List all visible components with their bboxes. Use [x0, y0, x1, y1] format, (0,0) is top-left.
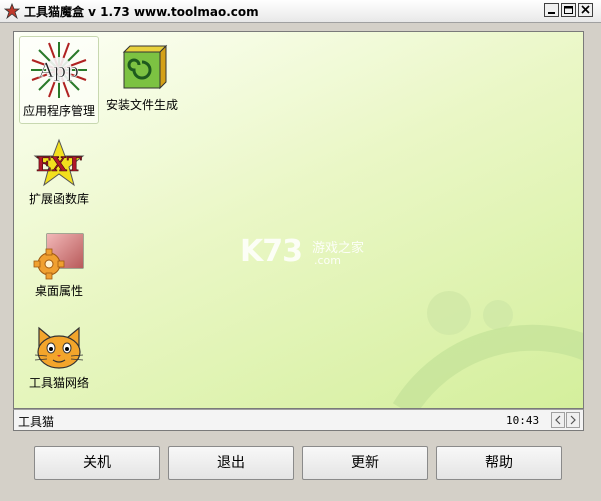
installer-box-icon — [122, 44, 168, 90]
app-starburst-icon: App — [31, 42, 87, 98]
minimize-button[interactable] — [544, 3, 559, 17]
close-button[interactable] — [578, 3, 593, 17]
cat-face-icon — [34, 326, 84, 369]
scroll-right-button[interactable] — [566, 412, 580, 428]
desktop-item-ext-library[interactable]: EXT 扩展函数库 — [22, 138, 96, 214]
app-logo-icon — [4, 3, 20, 19]
maximize-button[interactable] — [561, 3, 576, 17]
scroll-left-button[interactable] — [551, 412, 565, 428]
status-bar: 工具猫 10:43 — [13, 409, 584, 431]
exit-button[interactable]: 退出 — [168, 446, 294, 480]
close-icon — [581, 5, 590, 14]
help-button[interactable]: 帮助 — [436, 446, 562, 480]
chevron-right-icon — [570, 415, 576, 425]
desktop-item-app-manager[interactable]: App 应用程序管理 — [19, 36, 99, 124]
watermark-domain: .com — [314, 254, 341, 267]
desktop-item-label: 扩展函数库 — [28, 192, 89, 206]
ext-star-icon: EXT — [33, 138, 85, 187]
chevron-left-icon — [555, 415, 561, 425]
update-button[interactable]: 更新 — [302, 446, 428, 480]
desktop-item-desktop-properties[interactable]: 桌面属性 — [26, 230, 92, 306]
desktop-area[interactable]: K73 游戏之家 .com App 应用程序管理 安装文件生成 EXT 扩展函数… — [13, 31, 584, 409]
minimize-icon — [548, 12, 555, 14]
desktop-item-label: 安装文件生成 — [105, 98, 178, 112]
desktop-item-label: 应用程序管理 — [22, 104, 95, 118]
desktop-item-installer[interactable]: 安装文件生成 — [102, 42, 182, 122]
window-title: 工具猫魔盒 v 1.73 www.toolmao.com — [24, 5, 259, 19]
background-decoration — [392, 291, 583, 408]
status-time: 10:43 — [506, 414, 540, 427]
status-text: 工具猫 — [18, 415, 55, 429]
desktop-item-label: 桌面属性 — [34, 284, 83, 298]
svg-text:EXT: EXT — [36, 152, 82, 176]
watermark: K73 游戏之家 .com — [240, 234, 364, 269]
svg-text:App: App — [38, 58, 79, 82]
maximize-icon — [564, 6, 573, 14]
watermark-main: K73 — [240, 234, 303, 269]
desktop-gear-icon — [33, 233, 84, 280]
desktop-item-toolmao-network[interactable]: 工具猫网络 — [24, 322, 94, 398]
title-bar[interactable]: 工具猫魔盒 v 1.73 www.toolmao.com — [0, 0, 601, 23]
shutdown-button[interactable]: 关机 — [34, 446, 160, 480]
desktop-item-label: 工具猫网络 — [28, 376, 89, 390]
